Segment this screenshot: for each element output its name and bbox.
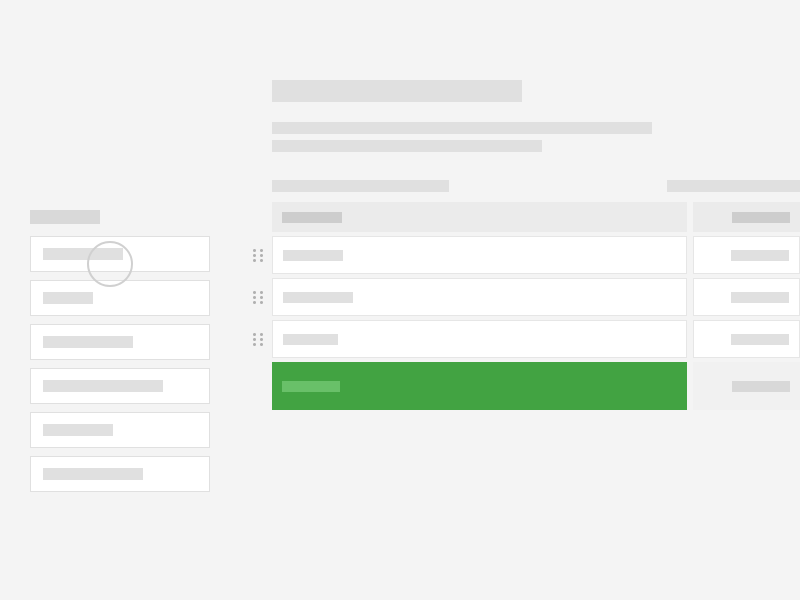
main-content [272, 80, 800, 410]
row-cell-value [693, 236, 800, 274]
table-header-label [732, 212, 790, 223]
summary-row [272, 362, 800, 410]
sidebar-item[interactable] [30, 280, 210, 316]
sidebar-item-label [43, 380, 163, 392]
section-header-left [272, 180, 449, 192]
table-row[interactable] [252, 236, 800, 274]
sidebar-item-label [43, 468, 143, 480]
sidebar-item[interactable] [30, 456, 210, 492]
page-subtitle-line [272, 122, 652, 134]
summary-value [732, 381, 790, 392]
summary-cell-value [693, 362, 800, 410]
sidebar-item-label [43, 336, 133, 348]
row-label [283, 250, 343, 261]
page-subtitle [272, 122, 800, 152]
row-cell-label [272, 236, 687, 274]
sidebar-item[interactable] [30, 412, 210, 448]
sidebar-title [30, 210, 100, 224]
drag-handle-icon[interactable] [252, 248, 266, 262]
section-header-right [667, 180, 800, 192]
summary-label [282, 381, 340, 392]
sidebar-item[interactable] [30, 368, 210, 404]
row-cell-value [693, 320, 800, 358]
table-header-row [272, 202, 800, 232]
sidebar-item-label [43, 292, 93, 304]
row-cell-label [272, 320, 687, 358]
section-headers [272, 180, 800, 192]
table-row[interactable] [252, 320, 800, 358]
row-value [731, 292, 789, 303]
table-header-cell [693, 202, 800, 232]
drag-indicator-icon [87, 241, 133, 287]
table-header-label [282, 212, 342, 223]
page-subtitle-line [272, 140, 542, 152]
row-cell-label [272, 278, 687, 316]
sidebar-item[interactable] [30, 324, 210, 360]
table-row[interactable] [252, 278, 800, 316]
row-label [283, 292, 353, 303]
page-title [272, 80, 522, 102]
drag-handle-icon[interactable] [252, 332, 266, 346]
sidebar-item-label [43, 424, 113, 436]
row-value [731, 250, 789, 261]
table [252, 202, 800, 410]
drag-handle-icon[interactable] [252, 290, 266, 304]
row-label [283, 334, 338, 345]
table-header-cell [272, 202, 687, 232]
row-cell-value [693, 278, 800, 316]
row-value [731, 334, 789, 345]
summary-cell-label [272, 362, 687, 410]
